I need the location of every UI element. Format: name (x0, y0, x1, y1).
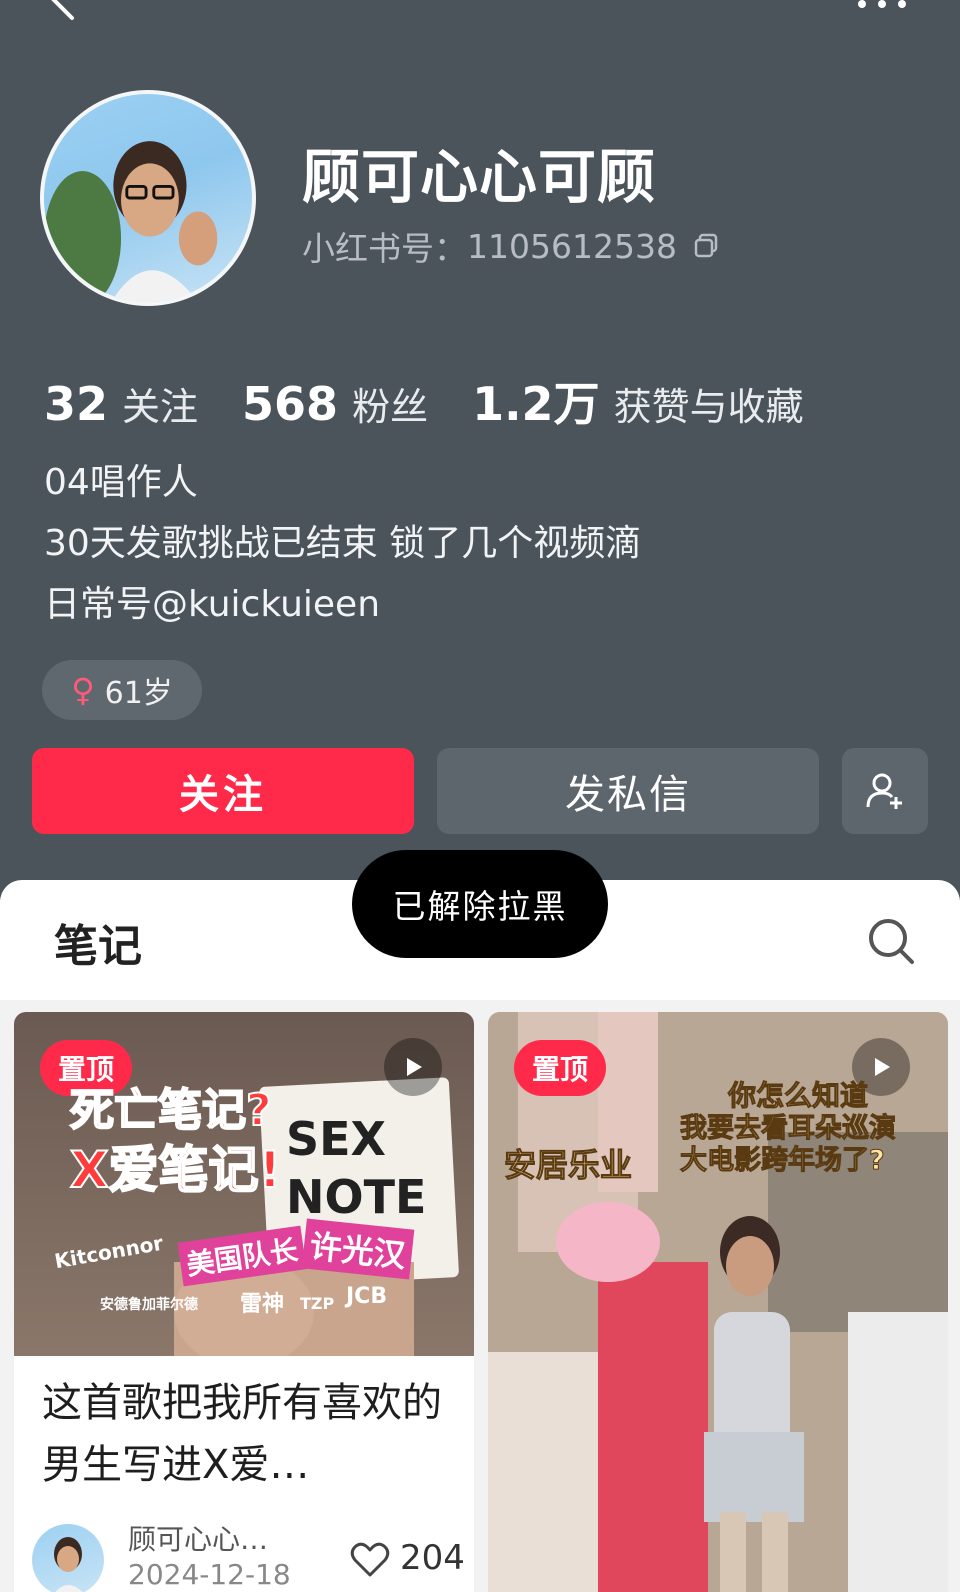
redbook-id-value: 1105612538 (467, 226, 677, 266)
gender-age-tag: ♀ 61岁 (42, 660, 202, 720)
cover-text: 死亡笔记? (69, 1084, 273, 1137)
female-icon: ♀ (71, 671, 95, 709)
stat-likes[interactable]: 1.2万 获赞与收藏 (472, 368, 804, 434)
cover-text: SEX NOTE (286, 1112, 427, 1224)
cover-text: TZP (300, 1294, 335, 1313)
stat-following-label: 关注 (122, 385, 199, 429)
cover-text: JCB (346, 1284, 388, 1309)
stat-followers-label: 粉丝 (352, 385, 429, 429)
note-cover[interactable]: 置顶 你怎么知道 我要去看耳朵巡演 大电影跨年场了? 安居乐业 (488, 1012, 948, 1592)
stats-row: 32 关注 568 粉丝 1.2万 获赞与收藏 (44, 368, 848, 434)
bio: 04唱作人 30天发歌挑战已结束 锁了几个视频滴 日常号@kuickuieen (44, 452, 641, 635)
cover-text: 雷神 (240, 1292, 285, 1317)
search-icon[interactable] (866, 916, 916, 966)
message-button[interactable]: 发私信 (437, 748, 819, 834)
note-title[interactable]: 这首歌把我所有喜欢的男生写进X爱… (42, 1372, 452, 1496)
note-author-row: 顾可心心… 2024-12-18 204 (32, 1518, 465, 1592)
author-avatar[interactable] (32, 1524, 104, 1592)
bio-line: 04唱作人 (44, 462, 198, 503)
more-icon[interactable] (852, 0, 912, 14)
redbook-id-label: 小红书号： (302, 229, 467, 268)
copy-icon[interactable] (693, 233, 719, 259)
bio-line: 30天发歌挑战已结束 锁了几个视频滴 (44, 523, 642, 564)
heart-icon[interactable] (350, 1542, 390, 1578)
cover-text: 安居乐业 (503, 1146, 633, 1185)
bio-line[interactable]: 日常号@kuickuieen (44, 574, 641, 635)
profile-header: 顾可心心可顾 小红书号： 1105612538 32 关注 568 粉丝 1.2… (0, 0, 960, 900)
note-date: 2024-12-18 (128, 1558, 291, 1591)
play-icon (384, 1038, 442, 1096)
cover-text: X爱笔记! (69, 1140, 282, 1200)
cover-text: 安德鲁加菲尔德 (100, 1297, 198, 1313)
like-count: 204 (400, 1538, 465, 1578)
author-name[interactable]: 顾可心心… (128, 1518, 268, 1558)
add-friend-button[interactable] (842, 748, 928, 834)
profile-name: 顾可心心可顾 (302, 143, 657, 211)
note-card[interactable]: 置顶 死亡笔记? X爱笔记! SEX NOTE 美国队长 许光汉 Kitconn… (14, 1012, 474, 1592)
stat-likes-label: 获赞与收藏 (613, 385, 804, 429)
stat-following-count: 32 (44, 377, 109, 431)
follow-button[interactable]: 关注 (32, 748, 414, 834)
stat-followers-count: 568 (242, 377, 339, 431)
stat-following[interactable]: 32 关注 (44, 376, 198, 431)
notes-feed: 置顶 死亡笔记? X爱笔记! SEX NOTE 美国队长 许光汉 Kitconn… (0, 1000, 960, 1592)
back-icon[interactable] (46, 0, 86, 26)
pinned-badge: 置顶 (514, 1040, 607, 1096)
age-label: 61岁 (104, 676, 173, 711)
avatar[interactable] (40, 90, 256, 306)
note-cover[interactable]: 置顶 死亡笔记? X爱笔记! SEX NOTE 美国队长 许光汉 Kitconn… (14, 1012, 474, 1356)
cover-illustration (488, 1012, 948, 1592)
unblock-toast: 已解除拉黑 (352, 850, 608, 958)
add-user-icon (866, 773, 902, 809)
redbook-id-row: 小红书号： 1105612538 (302, 222, 719, 270)
cover-text: 大电影跨年场了? (680, 1145, 886, 1177)
tab-notes[interactable]: 笔记 (54, 910, 142, 974)
stat-likes-count: 1.2万 (472, 377, 600, 431)
note-card[interactable]: 置顶 你怎么知道 我要去看耳朵巡演 大电影跨年场了? 安居乐业 (488, 1012, 948, 1592)
stat-followers[interactable]: 568 粉丝 (242, 376, 428, 431)
